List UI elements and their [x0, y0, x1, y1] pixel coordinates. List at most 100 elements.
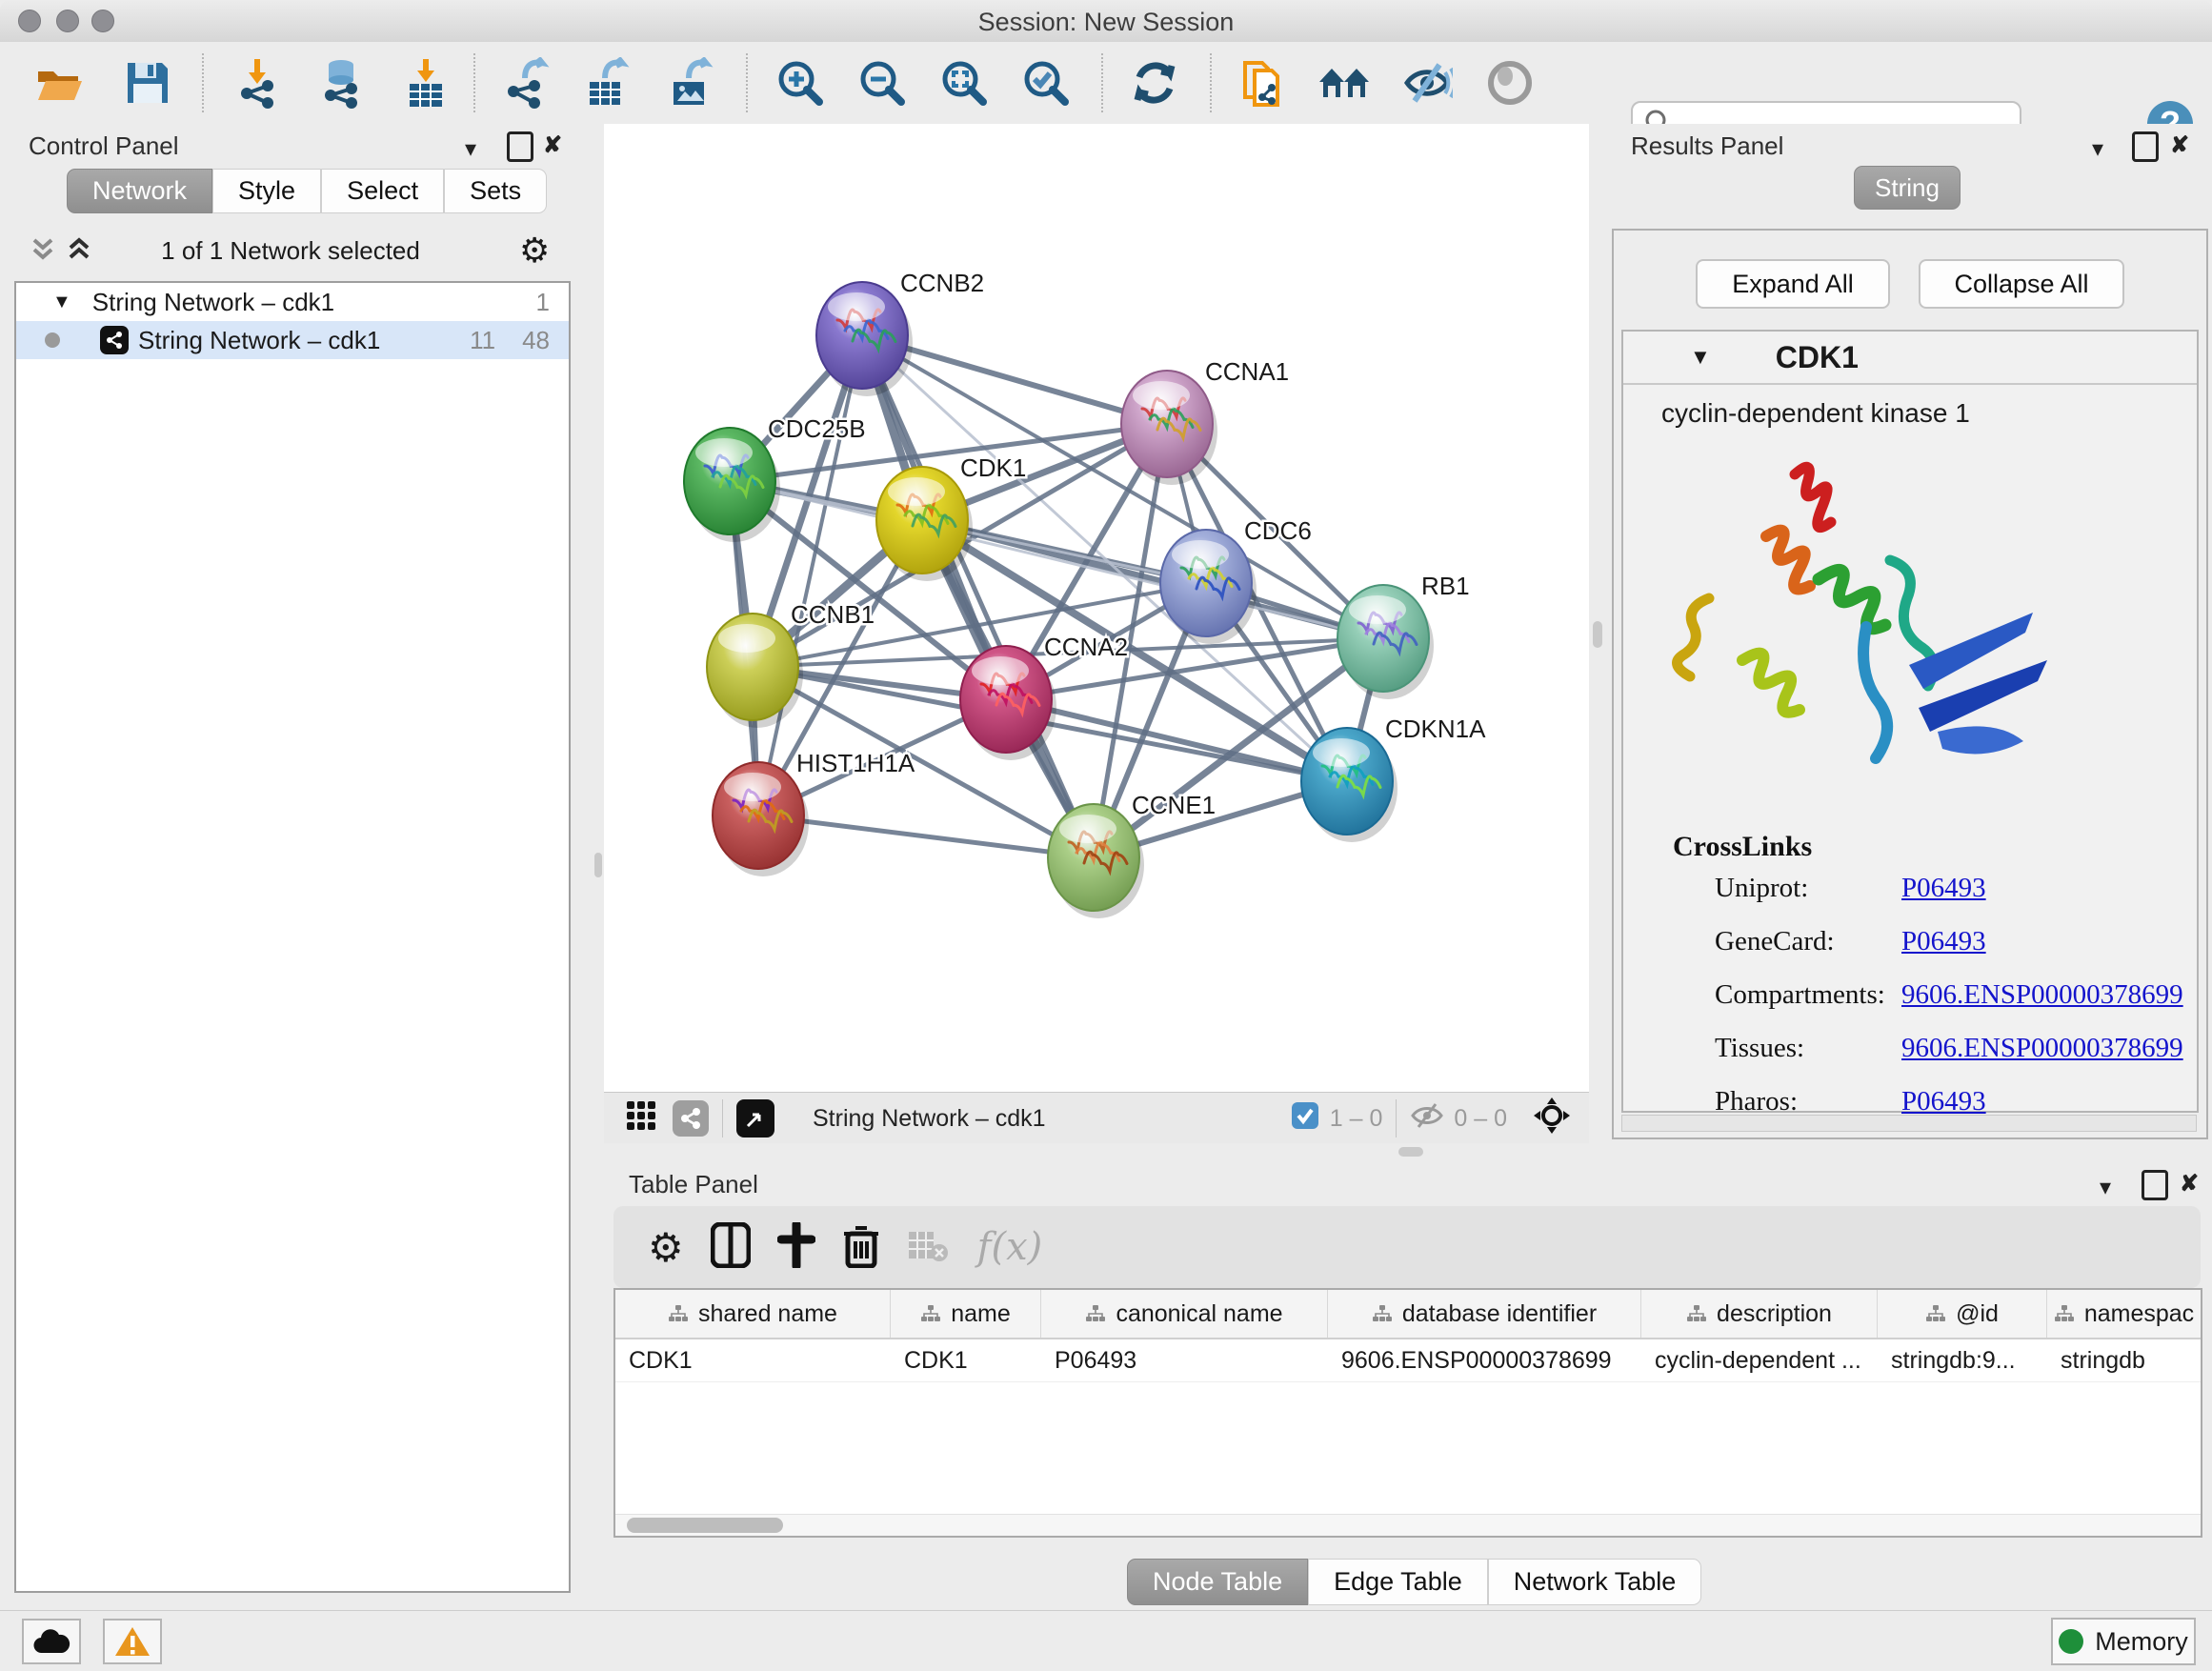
network-options-gear-icon[interactable]: ⚙	[519, 231, 550, 271]
add-column-icon[interactable]	[777, 1222, 815, 1273]
expand-all-button[interactable]: Expand All	[1696, 259, 1890, 309]
table-cell[interactable]: 9606.ENSP00000378699	[1328, 1347, 1641, 1375]
table-options-gear-icon[interactable]: ⚙	[648, 1224, 684, 1271]
tab-edge-table[interactable]: Edge Table	[1308, 1559, 1488, 1605]
clone-network-button[interactable]	[1237, 56, 1290, 110]
import-network-database-button[interactable]	[314, 56, 368, 110]
float-panel-icon[interactable]	[2142, 1170, 2168, 1200]
column-header-description[interactable]: description	[1641, 1290, 1878, 1338]
export-table-button[interactable]	[581, 56, 634, 110]
crosslink-label: Tissues:	[1715, 1033, 1901, 1064]
tab-network-table[interactable]: Network Table	[1488, 1559, 1702, 1605]
tab-sets[interactable]: Sets	[444, 169, 547, 213]
node-CDKN1A[interactable]: CDKN1A	[1301, 715, 1486, 842]
export-image-button[interactable]	[665, 56, 718, 110]
pan-mode-icon[interactable]	[1532, 1096, 1572, 1142]
float-panel-icon[interactable]	[2132, 131, 2159, 162]
left-splitter[interactable]	[593, 124, 604, 1608]
results-scrollbar[interactable]	[1621, 1115, 2197, 1132]
network-graph[interactable]: CCNB2CCNA1CDC25BCDK1CDC6RB1CCNB1CCNA2CDK…	[604, 124, 1589, 1092]
node-CCNA1[interactable]: CCNA1	[1121, 357, 1289, 485]
detach-view-icon[interactable]	[736, 1099, 774, 1137]
save-session-button[interactable]	[121, 56, 174, 110]
table-cell[interactable]: CDK1	[615, 1347, 891, 1375]
node-label-CCNA2: CCNA2	[1044, 633, 1128, 661]
tab-string[interactable]: String	[1854, 166, 1961, 210]
table-row[interactable]: CDK1CDK1P064939606.ENSP00000378699cyclin…	[615, 1339, 2201, 1382]
crosslink-value-link[interactable]: P06493	[1901, 926, 1986, 957]
tab-node-table[interactable]: Node Table	[1127, 1559, 1308, 1605]
node-CDC25B[interactable]: CDC25B	[684, 414, 866, 542]
column-header-database-identifier[interactable]: database identifier	[1328, 1290, 1641, 1338]
panel-menu-icon[interactable]: ▾	[2100, 1174, 2111, 1201]
close-panel-icon[interactable]: ✘	[2170, 131, 2189, 159]
tree-expander-icon[interactable]: ▼	[52, 292, 71, 313]
first-neighbors-button[interactable]	[1317, 56, 1371, 110]
crosslink-value-link[interactable]: 9606.ENSP00000378699	[1901, 1033, 2183, 1064]
import-table-button[interactable]	[399, 56, 452, 110]
right-splitter[interactable]	[1589, 124, 1606, 1160]
node-CDC6[interactable]: CDC6	[1160, 516, 1312, 644]
table-cell[interactable]: stringdb	[2047, 1347, 2201, 1375]
string-network-icon	[100, 326, 129, 354]
node-HIST1H1A[interactable]: HIST1H1A	[713, 749, 915, 876]
grid-mode-icon[interactable]	[625, 1099, 657, 1138]
current-network-dot-icon	[45, 332, 60, 348]
panel-menu-icon[interactable]: ▾	[465, 135, 476, 163]
column-header-canonical-name[interactable]: canonical name	[1041, 1290, 1328, 1338]
expand-all-icon[interactable]	[65, 234, 93, 268]
selected-checkbox-icon[interactable]	[1290, 1100, 1320, 1137]
collapse-card-icon[interactable]: ▼	[1690, 345, 1711, 370]
zoom-selected-button[interactable]	[1019, 56, 1073, 110]
hide-selected-button[interactable]	[1400, 56, 1454, 110]
table-cell[interactable]: P06493	[1041, 1347, 1328, 1375]
panel-menu-icon[interactable]: ▾	[2092, 135, 2103, 163]
share-view-icon[interactable]	[673, 1100, 709, 1137]
network-tree-root-row[interactable]: ▼ String Network – cdk1 1	[16, 283, 569, 321]
zoom-in-button[interactable]	[774, 56, 827, 110]
node-CCNB2[interactable]: CCNB2	[816, 269, 984, 396]
memory-button[interactable]: Memory	[2051, 1618, 2196, 1665]
show-columns-icon[interactable]	[711, 1222, 751, 1273]
node-RB1[interactable]: RB1	[1337, 572, 1470, 699]
crosslink-value-link[interactable]: P06493	[1901, 1086, 1986, 1117]
graphics-details-button[interactable]	[1483, 56, 1537, 110]
crosslink-value-link[interactable]: 9606.ENSP00000378699	[1901, 979, 2183, 1011]
warnings-button[interactable]	[103, 1619, 162, 1664]
tab-style[interactable]: Style	[212, 169, 321, 213]
refresh-button[interactable]	[1128, 56, 1181, 110]
close-panel-icon[interactable]: ✘	[543, 131, 562, 159]
float-panel-icon[interactable]	[507, 131, 533, 162]
network-tree-child-row[interactable]: String Network – cdk1 11 48	[16, 321, 569, 359]
table-cell[interactable]: CDK1	[891, 1347, 1041, 1375]
collection-count: 1	[536, 288, 550, 317]
edge-CCNB2-CCNE1[interactable]	[862, 335, 1094, 857]
delete-column-icon[interactable]	[842, 1222, 880, 1273]
node-CCNE1[interactable]: CCNE1	[1048, 791, 1216, 918]
zoom-fit-button[interactable]	[937, 56, 991, 110]
network-tree: ▼ String Network – cdk1 1 String Network…	[14, 281, 571, 1593]
export-network-button[interactable]	[499, 56, 553, 110]
tab-network[interactable]: Network	[67, 169, 212, 213]
table-cell[interactable]: stringdb:9...	[1878, 1347, 2047, 1375]
table-hscrollbar[interactable]	[615, 1514, 2201, 1536]
open-session-button[interactable]	[32, 56, 86, 110]
network-canvas[interactable]: CCNB2CCNA1CDC25BCDK1CDC6RB1CCNB1CCNA2CDK…	[604, 124, 1589, 1092]
collapse-all-button[interactable]: Collapse All	[1919, 259, 2124, 309]
column-header-shared-name[interactable]: shared name	[615, 1290, 891, 1338]
import-network-file-button[interactable]	[231, 56, 284, 110]
cloud-status-button[interactable]	[22, 1619, 81, 1664]
close-panel-icon[interactable]: ✘	[2180, 1170, 2199, 1198]
crosslink-value-link[interactable]: P06493	[1901, 873, 1986, 904]
column-header-namespac[interactable]: namespac	[2047, 1290, 2201, 1338]
node-CCNA2[interactable]: CCNA2	[960, 633, 1128, 760]
collapse-all-icon[interactable]	[29, 234, 57, 268]
column-header-@id[interactable]: @id	[1878, 1290, 2047, 1338]
column-header-name[interactable]: name	[891, 1290, 1041, 1338]
tab-select[interactable]: Select	[321, 169, 444, 213]
horizontal-splitter[interactable]	[604, 1143, 1589, 1160]
protein-card-header[interactable]: ▼ CDK1	[1623, 332, 2197, 385]
zoom-out-button[interactable]	[855, 56, 909, 110]
scrollbar-thumb[interactable]	[627, 1518, 783, 1533]
table-cell[interactable]: cyclin-dependent ...	[1641, 1347, 1878, 1375]
